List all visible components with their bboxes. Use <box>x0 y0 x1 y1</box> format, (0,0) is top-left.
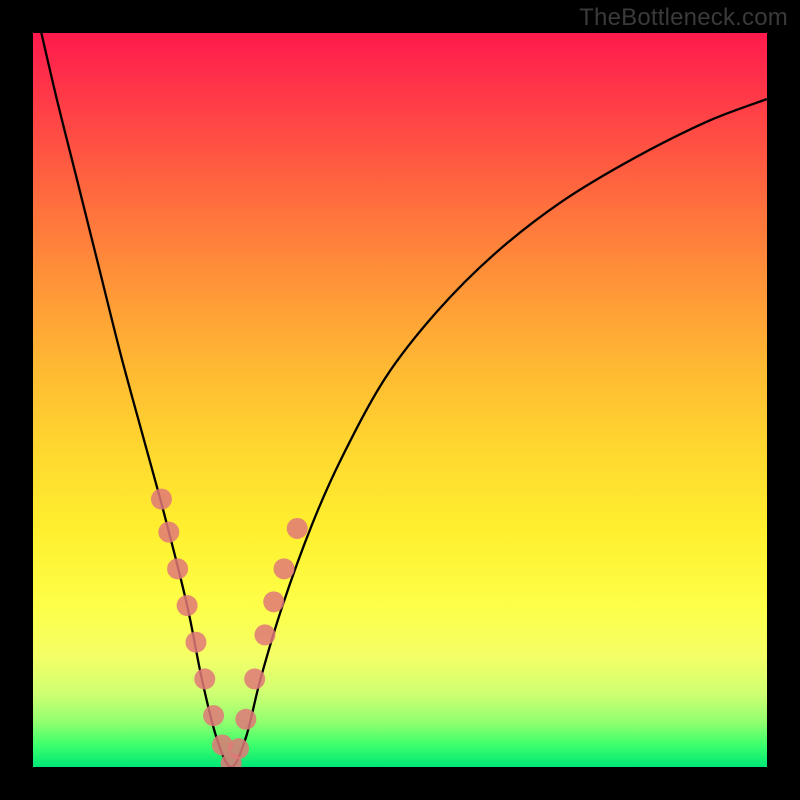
curve-layer <box>33 33 767 767</box>
marker-dot <box>274 558 295 579</box>
marker-dot <box>254 624 275 645</box>
plot-area <box>33 33 767 767</box>
chart-frame: TheBottleneck.com <box>0 0 800 800</box>
marker-dot <box>185 632 206 653</box>
marker-dot <box>158 522 179 543</box>
marker-dot <box>167 558 188 579</box>
marker-dot <box>263 591 284 612</box>
marker-dot <box>177 595 198 616</box>
marker-dot <box>244 668 265 689</box>
bottleneck-curve <box>33 33 767 767</box>
marker-dot <box>228 738 249 759</box>
highlighted-points <box>151 489 308 767</box>
watermark-text: TheBottleneck.com <box>579 4 788 32</box>
curve-path <box>33 33 767 767</box>
marker-dot <box>151 489 172 510</box>
marker-dot <box>235 709 256 730</box>
marker-dot <box>287 518 308 539</box>
marker-dot <box>194 668 215 689</box>
marker-dot <box>203 705 224 726</box>
